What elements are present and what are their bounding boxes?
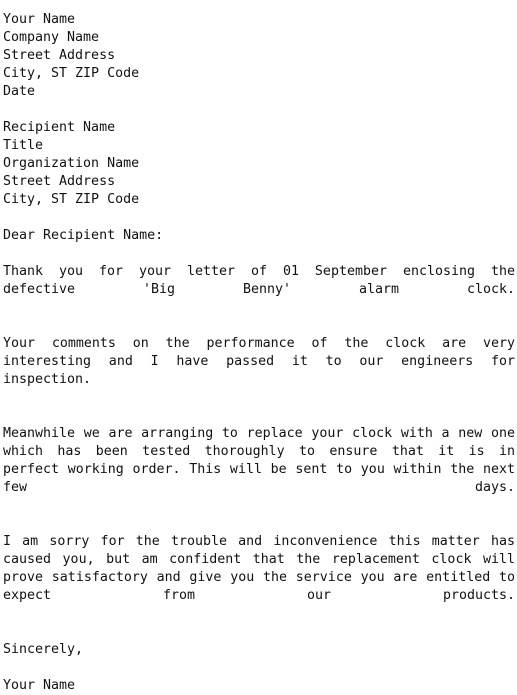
recipient-line: Street Address (3, 174, 116, 189)
body-paragraph: Meanwhile we are arranging to replace yo… (3, 426, 515, 495)
body-paragraph: Your comments on the performance of the … (3, 336, 515, 387)
recipient-line: City, ST ZIP Code (3, 192, 140, 207)
body-paragraph: Thank you for your letter of 01 Septembe… (3, 264, 515, 297)
sender-line: City, ST ZIP Code (3, 66, 140, 81)
sender-line: Street Address (3, 48, 116, 63)
sender-line: Company Name (3, 30, 100, 45)
sender-line: Your Name (3, 12, 76, 27)
letter-document: Your Name Company Name Street Address Ci… (0, 0, 515, 695)
sender-address-block: Your Name Company Name Street Address Ci… (3, 11, 515, 101)
body-paragraph: I am sorry for the trouble and inconveni… (3, 534, 515, 603)
salutation: Dear Recipient Name: (3, 228, 164, 243)
recipient-address-block: Recipient Name Title Organization Name S… (3, 119, 515, 209)
sender-date-line: Date (3, 84, 36, 99)
recipient-line: Title (3, 138, 44, 153)
recipient-line: Recipient Name (3, 120, 116, 135)
closing: Sincerely, (3, 642, 84, 657)
recipient-line: Organization Name (3, 156, 140, 171)
signature-name: Your Name (3, 678, 76, 693)
